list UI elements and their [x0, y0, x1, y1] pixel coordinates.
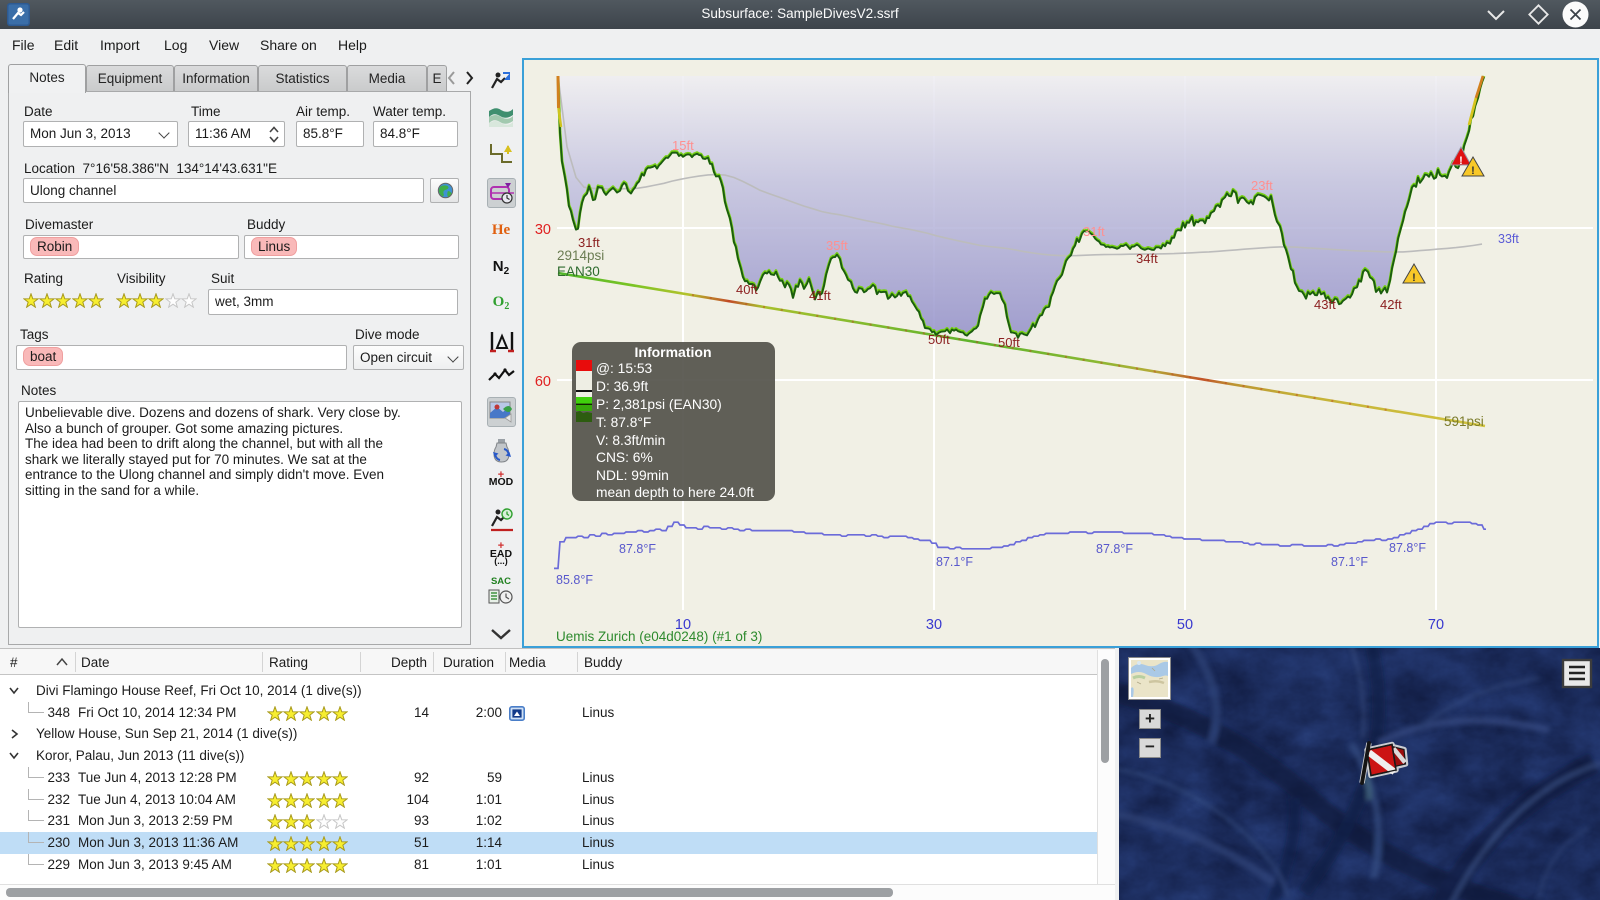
svg-text:87.8°F: 87.8°F — [1389, 541, 1426, 555]
svg-text:!: ! — [1459, 155, 1463, 167]
svg-text:V: 8.3ft/min: V: 8.3ft/min — [596, 433, 665, 448]
svg-text:43ft: 43ft — [1314, 297, 1336, 312]
svg-text:34ft: 34ft — [1136, 251, 1158, 266]
svg-text:T: 87.8°F: T: 87.8°F — [596, 415, 651, 430]
svg-text:23ft: 23ft — [1251, 178, 1273, 193]
svg-text:Information: Information — [635, 344, 712, 360]
svg-text:2914psi: 2914psi — [557, 248, 604, 263]
svg-text:87.1°F: 87.1°F — [1331, 555, 1368, 569]
svg-text:31ft: 31ft — [1083, 224, 1105, 239]
svg-text:mean depth to here 24.0ft: mean depth to here 24.0ft — [596, 485, 754, 500]
svg-text:D: 36.9ft: D: 36.9ft — [596, 379, 648, 394]
svg-text:41ft: 41ft — [809, 288, 831, 303]
svg-text:15ft: 15ft — [672, 138, 694, 153]
svg-text:P: 2,381psi (EAN30): P: 2,381psi (EAN30) — [596, 397, 722, 412]
svg-text:−: − — [1145, 737, 1155, 756]
svg-text:+: + — [1145, 709, 1155, 728]
svg-text:87.8°F: 87.8°F — [619, 542, 656, 556]
svg-text:!: ! — [1412, 272, 1416, 284]
svg-text:70: 70 — [1428, 617, 1444, 633]
svg-text:87.8°F: 87.8°F — [1096, 542, 1133, 556]
svg-text:33ft: 33ft — [1498, 232, 1519, 246]
svg-text:@: 15:53: @: 15:53 — [596, 361, 653, 376]
svg-text:35ft: 35ft — [826, 238, 848, 253]
svg-text:30: 30 — [535, 222, 551, 238]
svg-text:!: ! — [1471, 165, 1475, 177]
svg-text:Uemis Zurich (e04d0248) (#1 of: Uemis Zurich (e04d0248) (#1 of 3) — [556, 629, 762, 644]
svg-text:50: 50 — [1177, 617, 1193, 633]
svg-text:42ft: 42ft — [1380, 297, 1402, 312]
svg-text:40ft: 40ft — [736, 282, 758, 297]
svg-text:NDL: 99min: NDL: 99min — [596, 468, 669, 483]
svg-text:85.8°F: 85.8°F — [556, 573, 593, 587]
svg-text:30: 30 — [926, 617, 942, 633]
svg-text:60: 60 — [535, 374, 551, 390]
svg-text:EAN30: EAN30 — [557, 264, 600, 279]
svg-text:50ft: 50ft — [998, 335, 1020, 350]
svg-text:591psi: 591psi — [1444, 414, 1484, 429]
svg-text:CNS: 6%: CNS: 6% — [596, 450, 653, 465]
svg-text:87.1°F: 87.1°F — [936, 555, 973, 569]
svg-text:50ft: 50ft — [928, 332, 950, 347]
